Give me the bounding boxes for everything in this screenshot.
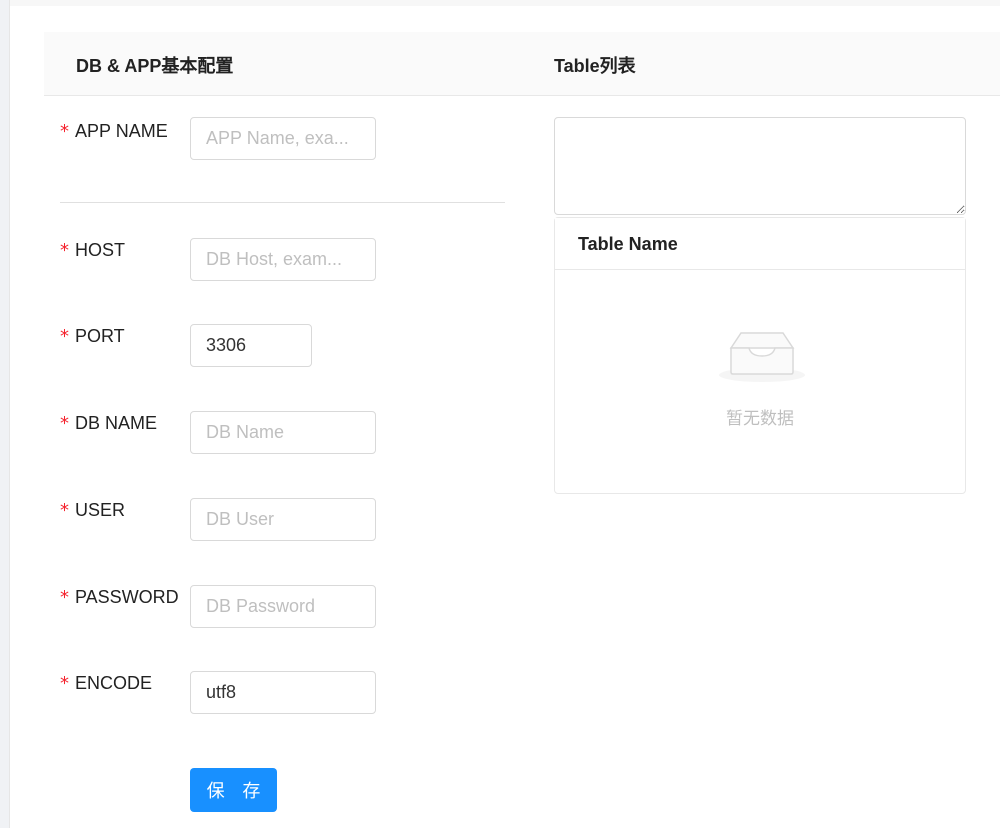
password-label: * PASSWORD — [60, 587, 179, 608]
section-header: DB & APP基本配置 Table列表 — [44, 32, 1000, 96]
app-name-row: * APP NAME — [60, 117, 520, 161]
port-input[interactable] — [190, 324, 312, 367]
required-mark: * — [60, 413, 69, 434]
db-name-input[interactable] — [190, 411, 376, 454]
password-label-text: PASSWORD — [75, 587, 179, 607]
encode-label: * ENCODE — [60, 673, 152, 694]
required-mark: * — [60, 587, 69, 608]
empty-text: 暂无数据 — [726, 409, 794, 429]
table-list: Table Name 暂无数据 — [554, 217, 966, 494]
db-name-row: * DB NAME — [60, 411, 520, 455]
host-input[interactable] — [190, 238, 376, 281]
required-mark: * — [60, 240, 69, 261]
top-strip — [10, 0, 1000, 6]
app-name-label-text: APP NAME — [75, 121, 168, 141]
inbox-empty-icon — [719, 332, 805, 382]
app-name-input[interactable] — [190, 117, 376, 160]
host-label: * HOST — [60, 240, 125, 261]
encode-input[interactable] — [190, 671, 376, 714]
host-row: * HOST — [60, 238, 520, 282]
required-mark: * — [60, 121, 69, 142]
user-label: * USER — [60, 500, 125, 521]
encode-row: * ENCODE — [60, 671, 520, 715]
port-row: * PORT — [60, 324, 520, 368]
divider — [60, 202, 505, 203]
config-section-title: DB & APP基本配置 — [76, 56, 234, 76]
table-list-title: Table列表 — [554, 56, 636, 76]
table-filter-textarea[interactable] — [554, 117, 966, 215]
db-name-label-text: DB NAME — [75, 413, 158, 433]
user-label-text: USER — [75, 500, 126, 520]
app-name-label: * APP NAME — [60, 121, 168, 142]
user-row: * USER — [60, 498, 520, 542]
required-mark: * — [60, 500, 69, 521]
required-mark: * — [60, 326, 69, 347]
password-input[interactable] — [190, 585, 376, 628]
required-mark: * — [60, 673, 69, 694]
user-input[interactable] — [190, 498, 376, 541]
table-name-column-header: Table Name — [555, 218, 965, 270]
port-label: * PORT — [60, 326, 125, 347]
password-row: * PASSWORD — [60, 585, 520, 629]
save-button[interactable]: 保 存 — [190, 768, 277, 812]
db-name-label: * DB NAME — [60, 413, 157, 434]
port-label-text: PORT — [75, 326, 125, 346]
left-rail — [0, 0, 10, 828]
encode-label-text: ENCODE — [75, 673, 153, 693]
host-label-text: HOST — [75, 240, 126, 260]
